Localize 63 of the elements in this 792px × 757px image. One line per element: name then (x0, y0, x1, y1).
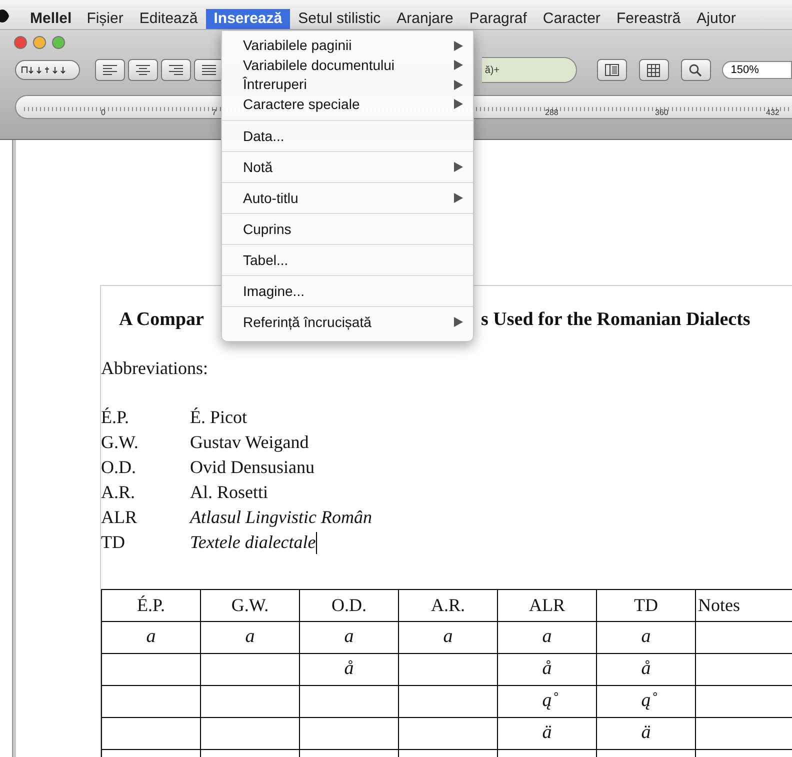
ruler-label: 288 (545, 108, 558, 117)
table-cell: a (200, 622, 300, 654)
menu-bar-item[interactable]: Fișier (78, 9, 132, 29)
table-header: Notes (696, 590, 792, 622)
abbreviation: G.W. (101, 431, 140, 454)
menu-item[interactable]: Referință încrucișată (222, 312, 473, 332)
document-title: s Used for the Romanian Dialects (481, 308, 750, 332)
menu-item[interactable]: Data... (222, 126, 473, 146)
abbreviation: A.R. (101, 481, 136, 504)
menu-bar-item[interactable]: Caracter (534, 9, 608, 29)
abbreviations-heading: Abbreviations: (101, 357, 209, 380)
menu-item[interactable]: Întreruperi (222, 75, 473, 94)
menu-bar-item[interactable]: Inserează (206, 9, 290, 29)
abbreviation: O.D. (101, 456, 137, 479)
ruler-label: 360 (655, 108, 668, 117)
document-title: A Compar (119, 309, 204, 330)
table-header: A.R. (398, 590, 498, 622)
menu-bar-item[interactable]: Editează (131, 9, 206, 29)
abbreviation: TD (101, 531, 126, 554)
abbreviation: ALR (101, 506, 138, 529)
table-header: G.W. (200, 590, 300, 622)
table-header: TD (596, 590, 696, 622)
table-cell: a (398, 622, 498, 654)
table-header: O.D. (300, 590, 398, 622)
table-cell: å (300, 654, 398, 686)
menu-item[interactable]: Tabel... (222, 250, 473, 270)
table-cell: a (498, 622, 596, 654)
menu-item[interactable]: Imagine... (222, 280, 473, 302)
table-cell: ä (596, 718, 696, 750)
app-menu[interactable]: Mellel (23, 9, 79, 29)
table-header: É.P. (102, 590, 200, 622)
abbreviation-name: Ovid Densusianu (190, 456, 314, 479)
table-cell: a (102, 622, 200, 654)
menu-bar-item[interactable]: Ajutor (688, 9, 744, 29)
ruler-label: 0 (101, 108, 106, 117)
abbreviation-name: Atlasul Lingvistic Român (190, 506, 372, 529)
table-cell: å (498, 654, 596, 686)
table-cell: ä (498, 718, 596, 750)
zoom-field[interactable]: 150% (722, 61, 792, 79)
menu-bar-item[interactable]: Paragraf (461, 9, 535, 29)
menu-item[interactable]: Variabilele paginii (222, 36, 473, 56)
menu-bar-item[interactable]: Aranjare (388, 9, 462, 29)
table-header: ALR (498, 590, 596, 622)
table-cell: å (596, 654, 696, 686)
abbreviation-name: Textele dialectale (190, 531, 316, 554)
style-field[interactable]: ă)+ (482, 62, 500, 78)
abbreviation-name: É. Picot (190, 406, 247, 429)
table-cell: ą̊ (596, 686, 696, 718)
menu-item[interactable]: Variabilele documentului (222, 56, 473, 75)
menu-bar-item[interactable]: Fereastră (608, 9, 689, 29)
ruler-label: 7 (212, 108, 216, 117)
abbreviation-name: Al. Rosetti (190, 481, 268, 504)
ruler-label: 432 (766, 108, 780, 117)
table-cell: ą̊ (498, 686, 596, 718)
menu-item[interactable]: Cuprins (222, 218, 473, 240)
abbreviation-name: Gustav Weigand (190, 431, 309, 454)
abbreviation: É.P. (101, 406, 130, 429)
table-cell: a (596, 622, 696, 654)
menu-item[interactable]: Auto-titlu (222, 188, 473, 208)
table-cell: a (300, 622, 398, 654)
menu-item[interactable]: Caractere speciale (222, 94, 473, 114)
menu-bar-item[interactable]: Setul stilistic (290, 9, 389, 29)
menu-item[interactable]: Notă (222, 156, 473, 178)
